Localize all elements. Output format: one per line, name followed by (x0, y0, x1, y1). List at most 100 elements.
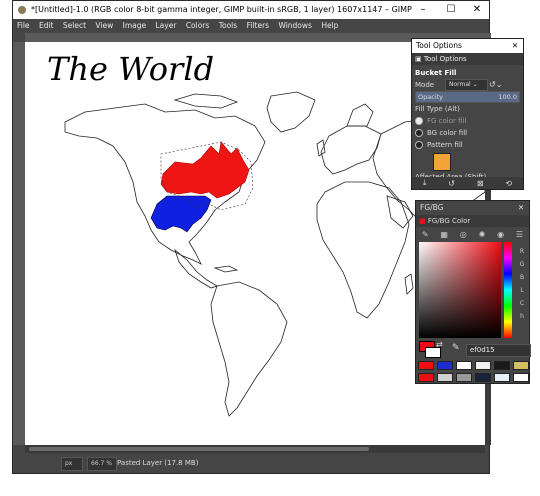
history-swatch[interactable] (513, 361, 529, 370)
tool-options-tab[interactable]: ▣ Tool Options (412, 53, 523, 65)
history-swatch[interactable] (456, 361, 472, 370)
mode-select[interactable]: Normal ⌄ (445, 79, 488, 91)
arctic-islands-outline (173, 93, 239, 109)
mode-row: Mode Normal ⌄ ↺⌄ (415, 79, 520, 91)
triangle-icon[interactable]: ◎ (460, 230, 467, 239)
mode-value: Normal (449, 81, 471, 88)
opacity-value: 100.0 (498, 93, 517, 101)
radio-selected[interactable] (415, 117, 423, 125)
tool-options-titlebar: Tool Options ✕ (412, 39, 523, 53)
save-icon[interactable]: ⤓ (423, 178, 427, 188)
tab-icon: ▣ (415, 55, 424, 63)
usa-fill (150, 195, 212, 233)
radio[interactable] (415, 129, 423, 137)
opacity-row: Opacity 100.0 (415, 91, 520, 103)
swap-colors-icon[interactable]: ⇄ (436, 340, 443, 349)
menu-select[interactable]: Select (63, 21, 86, 30)
tool-options-dock: Tool Options ✕ ▣ Tool Options Bucket Fil… (411, 38, 524, 190)
gimp-icon (18, 6, 26, 14)
menu-filters[interactable]: Filters (247, 21, 269, 30)
unit-select[interactable]: px (61, 457, 83, 471)
uk-outline (316, 139, 326, 157)
mode-label: Mode (415, 81, 435, 89)
fill-type-label: Fill Type (Alt) (415, 105, 460, 113)
fill-option-bg[interactable]: BG color fill (415, 127, 520, 139)
close-icon[interactable]: ✕ (510, 39, 520, 53)
zoom-select[interactable]: 66.7 % (87, 457, 117, 471)
fill-option-pattern[interactable]: Pattern fill (415, 139, 520, 151)
menu-file[interactable]: File (17, 21, 30, 30)
tool-options-tab-label: Tool Options (423, 55, 467, 63)
hue-strip[interactable] (504, 242, 512, 338)
window-title: *[Untitled]-1.0 (RGB color 8-bit gamma i… (31, 5, 412, 14)
menu-windows[interactable]: Windows (278, 21, 311, 30)
close-button[interactable]: ✕ (464, 1, 490, 19)
tool-options-window-title: Tool Options (416, 41, 462, 50)
color-picker-area[interactable] (419, 242, 501, 338)
history-swatch[interactable] (475, 361, 491, 370)
history-swatch[interactable] (456, 373, 472, 382)
fgbg-tab-label: FG/BG Color (427, 217, 471, 225)
color-selector-tabs: ✎ ▦ ◎ ✺ ◉ ☰ (416, 227, 529, 241)
fill-option-bg-label: BG color fill (427, 129, 468, 137)
maximize-button[interactable]: ☐ (438, 1, 464, 19)
channel-h[interactable]: h (517, 310, 527, 323)
scandinavia-outline (346, 103, 374, 127)
menu-tools[interactable]: Tools (219, 21, 237, 30)
mode-reset-icon[interactable]: ↺⌄ (489, 79, 502, 91)
cmyk-icon[interactable]: ▦ (440, 230, 448, 239)
menu-image[interactable]: Image (123, 21, 147, 30)
scales-icon[interactable]: ☰ (516, 230, 523, 239)
channel-c[interactable]: C (517, 297, 527, 310)
menu-colors[interactable]: Colors (186, 21, 210, 30)
hex-input[interactable]: ef0d15 (466, 344, 531, 357)
menu-layer[interactable]: Layer (156, 21, 177, 30)
channel-b[interactable]: B (517, 271, 527, 284)
pattern-swatch[interactable] (433, 153, 451, 171)
fill-option-fg[interactable]: FG color fill (415, 115, 520, 127)
channel-r[interactable]: R (517, 245, 527, 258)
fill-option-fg-label: FG color fill (427, 117, 467, 125)
greenland-outline (266, 91, 316, 133)
minimize-button[interactable]: – (410, 1, 436, 19)
fgbg-tab[interactable]: ■ FG/BG Color (416, 215, 529, 227)
history-swatch[interactable] (494, 373, 510, 382)
menu-view[interactable]: View (95, 21, 113, 30)
history-swatch[interactable] (418, 373, 434, 382)
history-swatch[interactable] (437, 361, 453, 370)
close-icon[interactable]: ✕ (516, 201, 526, 215)
watercolor-icon[interactable]: ✺ (479, 230, 486, 239)
menu-help[interactable]: Help (321, 21, 338, 30)
history-swatch[interactable] (437, 373, 453, 382)
radio[interactable] (415, 141, 423, 149)
status-bar: px 66.7 % Pasted Layer (17.8 MB) (13, 453, 489, 473)
tool-name: Bucket Fill (415, 69, 457, 77)
layer-info: Pasted Layer (17.8 MB) (117, 459, 199, 467)
delete-icon[interactable]: ⊠ (477, 179, 484, 188)
wheel-icon[interactable]: ◉ (497, 230, 504, 239)
scroll-thumb[interactable] (29, 447, 369, 451)
restore-icon[interactable]: ↺ (448, 179, 455, 188)
channel-buttons: R G B L C h (517, 245, 527, 323)
gimp-selector-icon[interactable]: ✎ (422, 230, 429, 239)
reset-icon[interactable]: ⟲ (505, 179, 512, 188)
opacity-slider[interactable]: Opacity 100.0 (415, 91, 520, 103)
channel-g[interactable]: G (517, 258, 527, 271)
color-history (418, 361, 529, 382)
menu-edit[interactable]: Edit (39, 21, 54, 30)
history-swatch[interactable] (494, 361, 510, 370)
menu-bar: File Edit Select View Image Layer Colors… (13, 19, 489, 33)
fgbg-titlebar: FG/BG ✕ (416, 201, 529, 215)
tool-options-footer: ⤓ ↺ ⊠ ⟲ (412, 177, 523, 189)
history-swatch[interactable] (475, 373, 491, 382)
horizontal-scrollbar[interactable] (25, 445, 485, 453)
history-swatch[interactable] (513, 373, 529, 382)
channel-l[interactable]: L (517, 284, 527, 297)
africa-outline (316, 181, 410, 319)
fgbg-dock: FG/BG ✕ ■ FG/BG Color ✎ ▦ ◎ ✺ ◉ ☰ R G B … (415, 200, 531, 384)
tool-options-body: Bucket Fill Mode Normal ⌄ ↺⌄ Opacity 100… (412, 65, 523, 185)
history-swatch[interactable] (418, 361, 434, 370)
fill-option-pattern-label: Pattern fill (427, 141, 463, 149)
color-picker-icon[interactable]: ✎ (452, 343, 460, 353)
canada-fill (160, 141, 250, 199)
